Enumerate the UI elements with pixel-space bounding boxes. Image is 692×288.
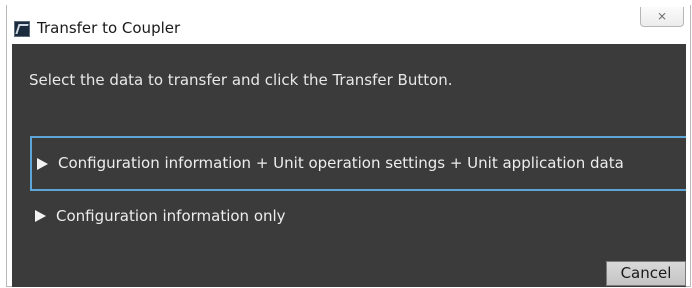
instruction-text: Select the data to transfer and click th…: [29, 71, 453, 89]
window-title: Transfer to Coupler: [37, 19, 181, 37]
transfer-dialog: Transfer to Coupler ⨯ Select the data to…: [6, 5, 691, 287]
option-config-only[interactable]: Configuration information only: [30, 202, 686, 232]
close-button[interactable]: ⨯: [640, 7, 684, 27]
triangle-right-icon: [35, 210, 46, 222]
option-label: Configuration information only: [56, 207, 286, 225]
title-bar: Transfer to Coupler ⨯: [7, 5, 690, 44]
option-config-unit-settings-app-data[interactable]: Configuration information + Unit operati…: [30, 136, 686, 191]
dialog-content: Select the data to transfer and click th…: [12, 44, 686, 287]
triangle-right-icon: [37, 158, 48, 170]
cancel-button[interactable]: Cancel: [606, 261, 686, 286]
close-icon: ⨯: [656, 9, 668, 23]
option-label: Configuration information + Unit operati…: [58, 154, 624, 172]
app-icon: [14, 21, 30, 37]
